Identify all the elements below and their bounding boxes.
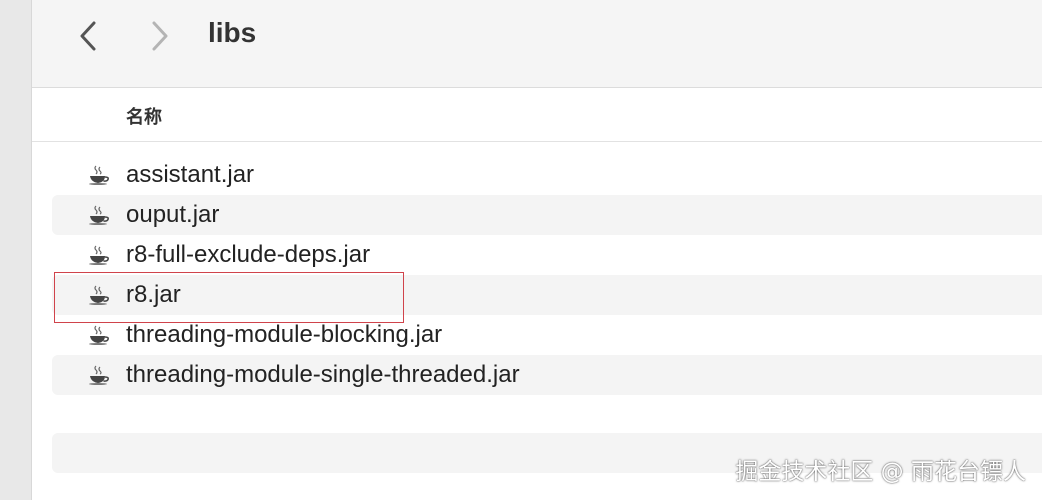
back-button[interactable] (66, 14, 110, 58)
chevron-left-icon (80, 21, 96, 51)
java-jar-icon (89, 245, 109, 265)
java-jar-icon (89, 165, 109, 185)
java-jar-icon (89, 285, 109, 305)
column-header-name[interactable]: 名称 (126, 103, 162, 129)
file-name: r8-full-exclude-deps.jar (126, 241, 371, 268)
file-name: ouput.jar (126, 201, 220, 228)
watermark: 掘金技术社区 @ 雨花台镖人 (735, 459, 1026, 485)
file-row[interactable]: threading-module-single-threaded.jar (52, 355, 1042, 395)
toolbar: libs (32, 0, 1042, 88)
folder-title: libs (208, 17, 257, 48)
file-name: threading-module-blocking.jar (126, 321, 443, 348)
file-row[interactable]: assistant.jar (52, 155, 1042, 195)
file-name: r8.jar (126, 281, 181, 308)
file-row[interactable]: ouput.jar (52, 195, 1042, 235)
finder-window: libs 名称 assistant.jar ouput.jar r8-full-… (0, 0, 1042, 500)
file-name: threading-module-single-threaded.jar (126, 361, 520, 388)
sidebar-edge (0, 0, 32, 500)
java-jar-icon (89, 365, 109, 385)
file-name: assistant.jar (126, 161, 255, 188)
list-header: 名称 (32, 89, 1042, 142)
file-row[interactable]: threading-module-blocking.jar (52, 315, 1042, 355)
file-list: assistant.jar ouput.jar r8-full-exclude-… (52, 155, 1042, 395)
file-row[interactable]: r8-full-exclude-deps.jar (52, 235, 1042, 275)
chevron-right-icon (152, 21, 168, 51)
forward-button[interactable] (138, 14, 182, 58)
java-jar-icon (89, 325, 109, 345)
java-jar-icon (89, 205, 109, 225)
file-row[interactable]: r8.jar (52, 275, 1042, 315)
